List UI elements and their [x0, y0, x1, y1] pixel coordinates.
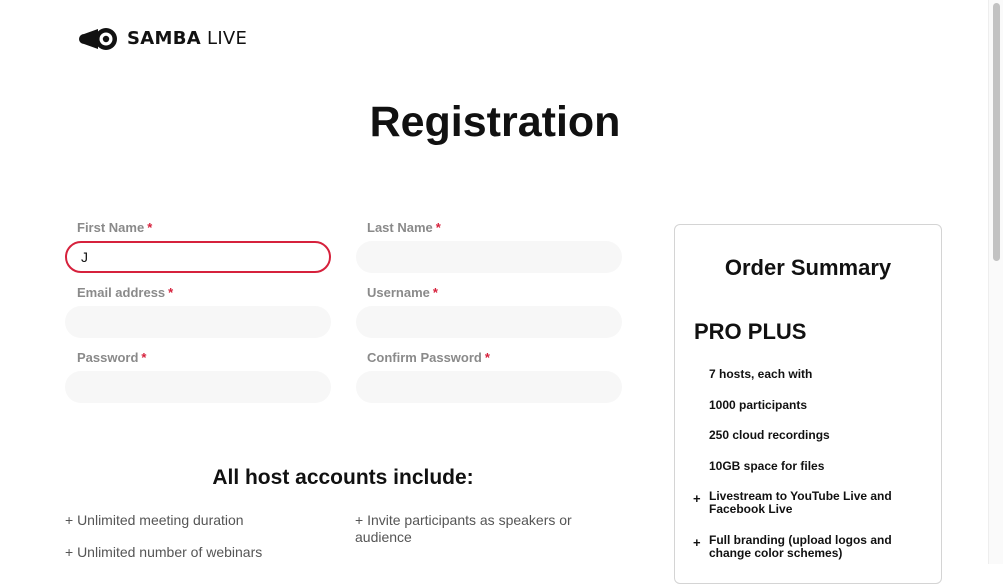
plan-item: 10GB space for files	[709, 459, 825, 473]
last-name-input[interactable]	[356, 241, 622, 273]
plan-name: PRO PLUS	[694, 319, 807, 344]
confirm-password-input[interactable]	[356, 371, 622, 403]
password-input[interactable]	[65, 371, 331, 403]
plan-item: Livestream to YouTube Live and Facebook …	[709, 489, 892, 516]
required-marker: *	[435, 220, 441, 235]
plan-item: Full branding (upload logos and change c…	[709, 533, 892, 560]
username-label: Username *	[367, 285, 438, 300]
required-marker: *	[168, 285, 174, 300]
feature-item: + Unlimited number of webinars	[65, 544, 263, 560]
required-marker: *	[141, 350, 147, 365]
first-name-label-text: First Name	[77, 220, 145, 235]
scrollbar-thumb[interactable]	[993, 3, 1000, 261]
email-input[interactable]	[65, 306, 331, 338]
last-name-label-text: Last Name	[367, 220, 433, 235]
page-title: Registration	[369, 98, 621, 146]
page-scrollbar[interactable]	[988, 0, 1003, 564]
first-name-input[interactable]	[65, 241, 331, 273]
password-label: Password *	[77, 350, 146, 365]
brand-name-bold: SAMBA	[127, 27, 201, 49]
brand-name: SAMBA LIVE	[127, 28, 247, 49]
plus-icon: +	[693, 491, 701, 506]
email-label-text: Email address	[77, 285, 166, 300]
plan-item: 250 cloud recordings	[709, 428, 830, 442]
feature-item: + Unlimited meeting duration	[65, 512, 244, 528]
samba-logo-icon	[79, 28, 117, 50]
first-name-label: First Name *	[77, 220, 152, 235]
last-name-label: Last Name *	[367, 220, 441, 235]
features-title: All host accounts include:	[212, 466, 474, 489]
plan-item: 1000 participants	[709, 398, 808, 412]
confirm-password-label: Confirm Password *	[367, 350, 490, 365]
email-label: Email address *	[77, 285, 173, 300]
order-summary-card: Order Summary PRO PLUS 7 hosts, each wit…	[674, 224, 942, 584]
samba-live-logo[interactable]: SAMBA LIVE	[78, 24, 247, 52]
brand-name-light: LIVE	[207, 27, 248, 49]
plus-icon: +	[693, 535, 701, 550]
confirm-password-label-text: Confirm Password	[367, 350, 482, 365]
username-label-text: Username	[367, 285, 430, 300]
feature-item: + Invite participants as speakers or aud…	[355, 512, 572, 545]
username-input[interactable]	[356, 306, 622, 338]
password-label-text: Password	[77, 350, 139, 365]
plan-item: 7 hosts, each with	[709, 367, 813, 381]
required-marker: *	[432, 285, 438, 300]
order-summary-title: Order Summary	[724, 255, 892, 280]
required-marker: *	[147, 220, 153, 235]
required-marker: *	[484, 350, 490, 365]
